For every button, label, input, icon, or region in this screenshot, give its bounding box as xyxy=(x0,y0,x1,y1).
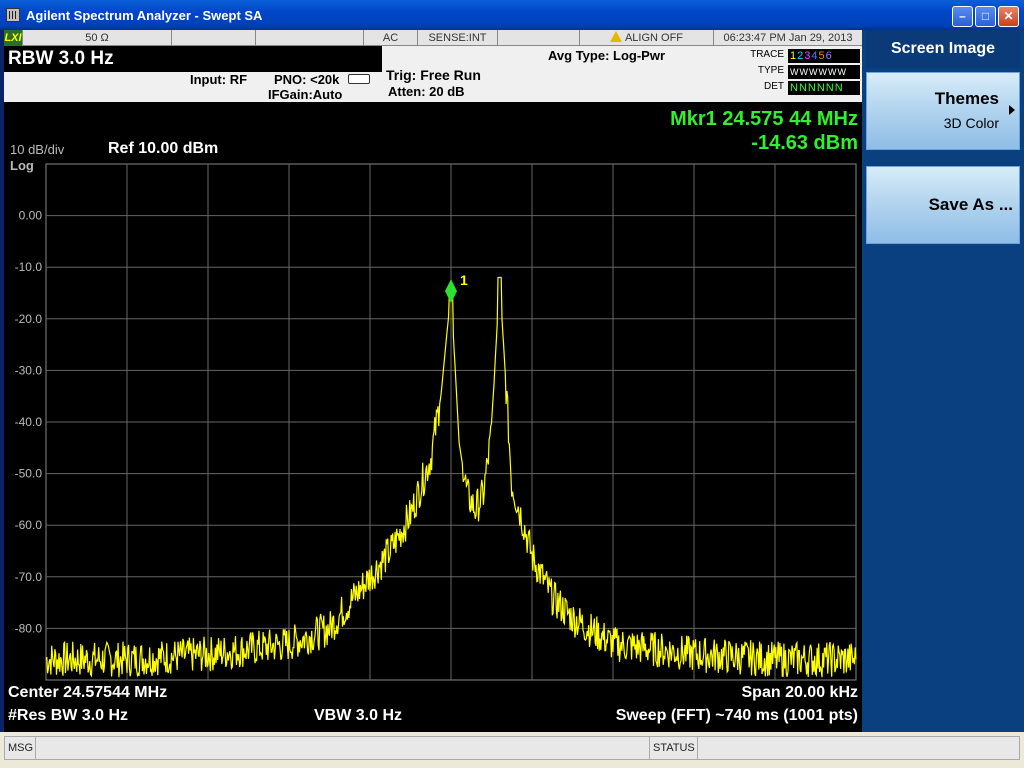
themes-value: 3D Color xyxy=(943,115,999,131)
center-frequency: Center 24.57544 MHz xyxy=(8,684,168,701)
warning-icon xyxy=(609,31,622,42)
reference-level: Ref 10.00 dBm xyxy=(108,140,219,157)
spectrum-plot[interactable]: 0.00 -10.0 -20.0 -30.0 -40.0 -50.0 -60.0 -70.0 -… xyxy=(4,102,862,732)
maximize-icon: □ xyxy=(981,9,990,23)
empty-cell-1 xyxy=(172,30,256,46)
y-tick-label: -50.0 xyxy=(15,467,43,481)
app-window: Agilent Spectrum Analyzer - Swept SA – □… xyxy=(0,0,1024,768)
minimize-button[interactable]: – xyxy=(952,6,973,27)
impedance-cell: 50 Ω xyxy=(22,30,172,46)
type-label: TYPE xyxy=(757,65,784,76)
pno-setting: PNO: <20k xyxy=(274,72,340,87)
trace-number-6: 6 xyxy=(825,50,833,62)
divider xyxy=(649,737,650,759)
bottom-bar: MSG STATUS xyxy=(0,732,1024,768)
save-as-softkey[interactable]: Save As ... xyxy=(866,166,1020,244)
divider xyxy=(35,737,36,759)
resolution-bandwidth: #Res BW 3.0 Hz xyxy=(8,707,129,724)
sweep-time: Sweep (FFT) ~740 ms (1001 pts) xyxy=(615,707,858,724)
avg-type-setting: Avg Type: Log-Pwr xyxy=(548,48,665,63)
divider xyxy=(697,737,698,759)
marker-diamond-icon xyxy=(445,279,457,304)
gate-icon xyxy=(348,74,370,84)
align-cell: ALIGN OFF xyxy=(580,30,714,46)
settings-panel: RBW 3.0 Hz Input: RF PNO: <20k IFGain:Au… xyxy=(4,46,862,102)
log-label: Log xyxy=(10,158,34,173)
status-label: STATUS xyxy=(653,742,695,754)
trace-panel: TRACE 123456 TYPE WWWWWW DET NNNNNN xyxy=(746,46,862,102)
det-label: DET xyxy=(764,81,784,92)
attenuation-setting: Atten: 20 dB xyxy=(388,84,465,99)
marker-number-label: 1 xyxy=(460,272,468,288)
y-tick-label: 0.00 xyxy=(19,209,43,223)
trace-numbers: 123456 xyxy=(788,49,860,63)
marker-frequency: Mkr1 24.575 44 MHz xyxy=(670,108,858,130)
maximize-button[interactable]: □ xyxy=(975,6,996,27)
trace-number-5: 5 xyxy=(818,50,826,62)
save-as-label: Save As ... xyxy=(928,195,1013,214)
scale-label: 10 dB/div xyxy=(10,142,65,157)
align-status: ALIGN OFF xyxy=(624,32,684,44)
trigger-setting: Trig: Free Run xyxy=(386,67,481,83)
coupling-cell: AC xyxy=(364,30,418,46)
video-bandwidth: VBW 3.0 Hz xyxy=(314,707,403,724)
y-tick-label: -60.0 xyxy=(15,518,43,532)
y-tick-label: -80.0 xyxy=(15,621,43,635)
y-tick-label: -40.0 xyxy=(15,415,43,429)
analyzer-main-panel: LXI 50 Ω AC SENSE:INT ALIGN OFF 06:23:47… xyxy=(4,30,862,732)
softkey-menu-title: Screen Image xyxy=(866,30,1020,68)
trace-number-4: 4 xyxy=(811,50,819,62)
title-bar[interactable]: Agilent Spectrum Analyzer - Swept SA – □… xyxy=(0,0,1024,30)
status-strip: LXI 50 Ω AC SENSE:INT ALIGN OFF 06:23:47… xyxy=(4,30,862,46)
lxi-badge: LXI xyxy=(4,30,22,46)
submenu-arrow-icon xyxy=(1009,105,1015,115)
empty-cell-2 xyxy=(256,30,364,46)
det-values: NNNNNN xyxy=(788,81,860,95)
y-tick-label: -30.0 xyxy=(15,363,43,377)
trace-label: TRACE xyxy=(750,49,784,60)
y-tick-label: -70.0 xyxy=(15,570,43,584)
ifgain-setting: IFGain:Auto xyxy=(268,87,343,102)
span: Span 20.00 kHz xyxy=(741,684,859,701)
input-setting: Input: RF xyxy=(190,72,248,87)
window-title: Agilent Spectrum Analyzer - Swept SA xyxy=(26,8,263,23)
message-bar: MSG STATUS xyxy=(4,736,1020,760)
close-icon: ✕ xyxy=(1003,9,1014,23)
datetime-cell: 06:23:47 PM Jan 29, 2013 xyxy=(723,32,853,44)
rbw-readout[interactable]: RBW 3.0 Hz xyxy=(4,46,382,72)
minimize-icon: – xyxy=(959,9,966,23)
close-button[interactable]: ✕ xyxy=(998,6,1019,27)
empty-cell-3 xyxy=(498,30,580,46)
app-icon xyxy=(6,8,20,22)
softkey-panel: Screen Image Themes 3D Color Save As ... xyxy=(862,30,1024,732)
sense-cell: SENSE:INT xyxy=(418,30,498,46)
marker-amplitude: -14.63 dBm xyxy=(751,132,858,154)
msg-label: MSG xyxy=(8,742,34,754)
type-values: WWWWWW xyxy=(788,65,860,79)
y-tick-label: -10.0 xyxy=(15,260,43,274)
themes-softkey[interactable]: Themes 3D Color xyxy=(866,72,1020,150)
themes-label: Themes xyxy=(934,89,999,108)
graph-display[interactable]: 0.00 -10.0 -20.0 -30.0 -40.0 -50.0 -60.0 -70.0 -… xyxy=(4,102,862,732)
y-tick-label: -20.0 xyxy=(15,312,43,326)
